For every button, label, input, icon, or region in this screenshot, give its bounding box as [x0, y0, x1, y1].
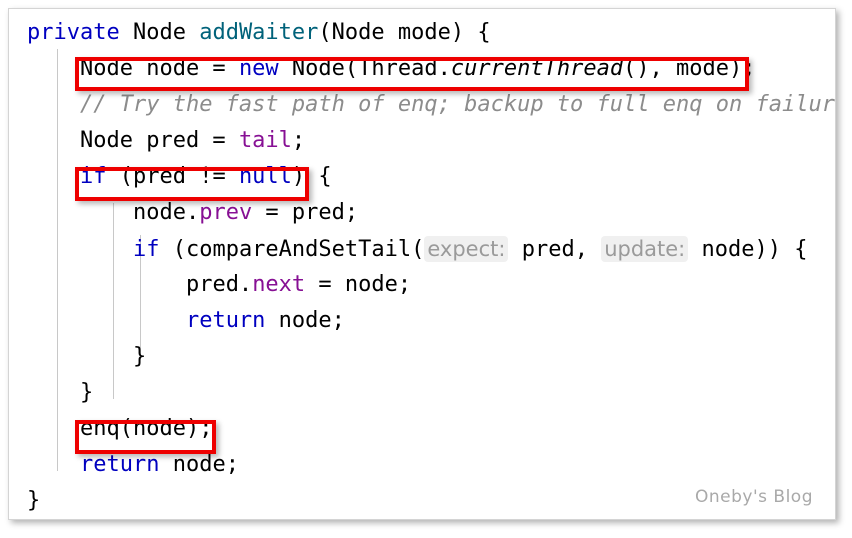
code-token-plain: (Node mode) { — [318, 20, 491, 45]
code-token-ital: currentThread — [450, 56, 624, 81]
code-editor-window: private Node addWaiter(Node mode) { Node… — [8, 8, 836, 520]
code-line-1[interactable]: private Node addWaiter(Node mode) { — [9, 15, 835, 51]
code-token-plain: Node(Thread. — [278, 56, 451, 81]
code-token-kw: private — [27, 20, 120, 45]
code-area[interactable]: private Node addWaiter(Node mode) { Node… — [9, 9, 835, 519]
code-line-8[interactable]: pred.next = node; — [9, 267, 835, 303]
code-line-3[interactable]: // Try the fast path of enq; backup to f… — [9, 87, 835, 123]
code-token-kw: if — [132, 237, 160, 262]
code-token-field: prev — [199, 200, 253, 225]
code-line-10[interactable]: } — [9, 339, 835, 375]
code-token-plain: ) { — [291, 164, 332, 189]
code-line-2[interactable]: Node node = new Node(Thread.currentThrea… — [9, 51, 835, 87]
code-token-method: addWaiter — [199, 20, 319, 45]
code-token-plain: enq(node); — [79, 416, 213, 441]
code-token-field: next — [252, 272, 306, 297]
code-token-plain: = pred; — [252, 200, 359, 225]
code-token-field: tail — [238, 128, 292, 153]
code-token-plain: pred, — [508, 237, 602, 262]
code-token-kw: return — [79, 452, 160, 477]
code-token-plain: = node; — [305, 272, 412, 297]
code-token-plain: } — [27, 488, 41, 513]
code-token-plain: Node node = — [79, 56, 239, 81]
code-token-plain: (compareAndSetTail( — [159, 237, 425, 262]
code-token-kw: null — [238, 164, 292, 189]
code-token-plain: node)) { — [688, 237, 808, 262]
code-line-6[interactable]: node.prev = pred; — [9, 195, 835, 231]
code-token-type: Node — [132, 20, 186, 45]
inline-param-hint: update: — [601, 236, 689, 262]
code-line-5[interactable]: if (pred != null) { — [9, 159, 835, 195]
inline-param-hint: expect: — [424, 236, 509, 262]
code-line-12[interactable]: enq(node); — [9, 411, 835, 447]
code-token-comment: // Try the fast path of enq; backup to f… — [79, 92, 836, 117]
code-line-7[interactable]: if (compareAndSetTail(expect: pred, upda… — [9, 231, 835, 267]
code-token-plain: (pred != — [106, 164, 239, 189]
screenshot-root: private Node addWaiter(Node mode) { Node… — [0, 0, 852, 538]
watermark-label: Oneby's Blog — [695, 487, 813, 507]
code-line-4[interactable]: Node pred = tail; — [9, 123, 835, 159]
code-token-plain: node; — [159, 452, 239, 477]
code-line-9[interactable]: return node; — [9, 303, 835, 339]
code-token-kw: new — [238, 56, 279, 81]
code-token-kw: if — [79, 164, 107, 189]
code-token-kw: return — [185, 308, 266, 333]
code-token-plain: ; — [291, 128, 306, 153]
code-token-plain: } — [79, 380, 94, 405]
code-token-plain: Node pred = — [79, 128, 239, 153]
code-token-plain: node; — [265, 308, 345, 333]
code-token-plain: (), mode); — [623, 56, 756, 81]
code-line-13[interactable]: return node; — [9, 447, 835, 483]
code-line-11[interactable]: } — [9, 375, 835, 411]
code-token-plain: pred. — [185, 272, 253, 297]
code-token-plain: } — [132, 344, 147, 369]
code-token-plain: node. — [132, 200, 200, 225]
